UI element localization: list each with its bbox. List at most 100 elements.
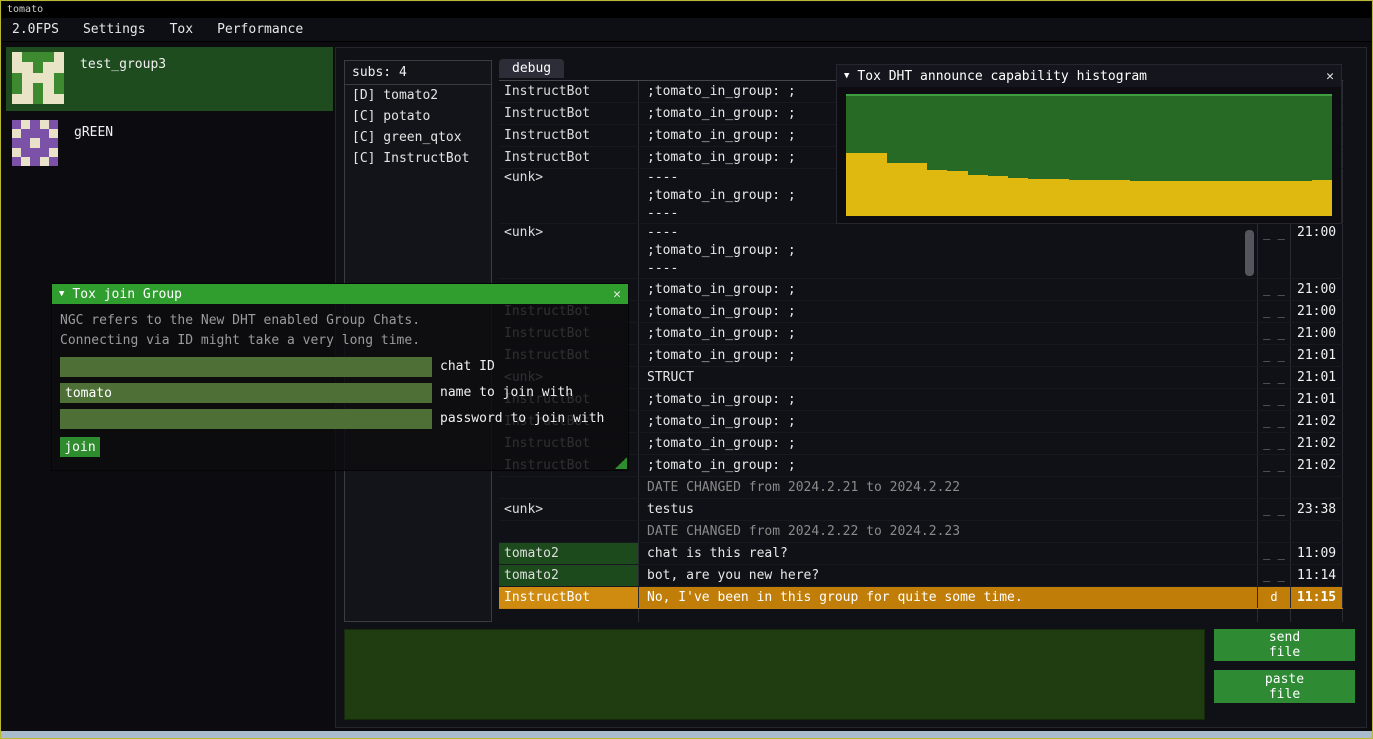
- group-item-test_group3[interactable]: test_group3: [6, 47, 333, 111]
- histogram-bar: [887, 163, 907, 216]
- collapse-arrow-icon[interactable]: ▼: [59, 289, 64, 299]
- avatar-pixel: [40, 148, 49, 157]
- group-avatar: [12, 120, 58, 166]
- chat-row-message: ;tomato_in_group: ;: [639, 345, 1258, 366]
- tab-debug[interactable]: debug: [499, 59, 564, 78]
- chat-row[interactable]: tomato2chat is this real?_ _11:09: [499, 543, 1343, 565]
- chat-row-time: 21:01: [1291, 389, 1343, 410]
- histogram-plot: [846, 94, 1332, 216]
- avatar-pixel: [49, 129, 58, 138]
- histogram-bar: [1312, 180, 1332, 216]
- chat-row[interactable]: DATE CHANGED from 2024.2.22 to 2024.2.23: [499, 521, 1343, 543]
- join-field-label: chat ID: [440, 357, 495, 377]
- chat-scrollbar-thumb[interactable]: [1245, 230, 1254, 276]
- member-count: subs: 4: [345, 61, 491, 85]
- avatar-pixel: [43, 52, 53, 62]
- chat-row-time: 21:02: [1291, 455, 1343, 476]
- avatar-pixel: [12, 138, 21, 147]
- chat-row-time: 11:09: [1291, 543, 1343, 564]
- filler-cell: [639, 609, 1258, 622]
- chat-row-time: [1291, 521, 1343, 542]
- chat-row-message: ;tomato_in_group: ;: [639, 389, 1258, 410]
- avatar-pixel: [40, 129, 49, 138]
- histogram-bar: [968, 175, 988, 216]
- avatar-pixel: [12, 157, 21, 166]
- join-info-line: Connecting via ID might take a very long…: [60, 331, 620, 351]
- avatar-pixel: [22, 52, 32, 62]
- avatar-pixel: [30, 157, 39, 166]
- join-field-label: name to join with: [440, 383, 573, 403]
- message-input[interactable]: [344, 629, 1205, 720]
- chat-row[interactable]: DATE CHANGED from 2024.2.21 to 2024.2.22: [499, 477, 1343, 499]
- chat-row-status: _ _: [1258, 389, 1291, 410]
- join-field-row: name to join with: [60, 383, 620, 403]
- chat-row-message: ;tomato_in_group: ;: [639, 433, 1258, 454]
- member-list-item[interactable]: [D] tomato2: [345, 85, 491, 106]
- chat-row-message: ;tomato_in_group: ;: [639, 301, 1258, 322]
- member-list-item[interactable]: [C] InstructBot: [345, 148, 491, 169]
- join-group-body: NGC refers to the New DHT enabled Group …: [52, 304, 628, 457]
- chat-row[interactable]: tomato2bot, are you new here?_ _11:14: [499, 565, 1343, 587]
- avatar-pixel: [30, 129, 39, 138]
- join-info-line: NGC refers to the New DHT enabled Group …: [60, 311, 620, 331]
- menu-item-tox[interactable]: Tox: [158, 22, 205, 37]
- join-input-name-to-join-with[interactable]: [60, 383, 432, 403]
- filler-cell: [499, 609, 639, 622]
- chat-row-time: 21:00: [1291, 301, 1343, 322]
- chat-row-message: ;tomato_in_group: ;: [639, 455, 1258, 476]
- avatar-pixel: [12, 52, 22, 62]
- chat-row-status: _ _: [1258, 279, 1291, 300]
- join-button[interactable]: join: [60, 437, 100, 457]
- member-list-item[interactable]: [C] green_qtox: [345, 127, 491, 148]
- avatar-pixel: [12, 62, 22, 72]
- chat-row[interactable]: <unk>testus_ _23:38: [499, 499, 1343, 521]
- collapse-arrow-icon[interactable]: ▼: [844, 71, 849, 81]
- chat-row-time: 21:00: [1291, 279, 1343, 300]
- window-resize-border: [1, 731, 1372, 738]
- chat-row-message: DATE CHANGED from 2024.2.21 to 2024.2.22: [639, 477, 1258, 498]
- resize-grip-icon[interactable]: [615, 457, 627, 469]
- chat-row[interactable]: InstructBotNo, I've been in this group f…: [499, 587, 1343, 609]
- close-icon[interactable]: ✕: [613, 287, 621, 302]
- chat-row-time: 23:38: [1291, 499, 1343, 520]
- chat-row-author: InstructBot: [499, 81, 639, 102]
- filler-cell: [1258, 609, 1291, 622]
- chat-row-status: _ _: [1258, 565, 1291, 586]
- avatar-pixel: [12, 83, 22, 93]
- join-field-row: password to join with: [60, 409, 620, 429]
- histogram-titlebar[interactable]: ▼ Tox DHT announce capability histogram …: [837, 65, 1341, 87]
- group-item-gREEN[interactable]: gREEN: [6, 115, 333, 179]
- histogram-bar: [927, 170, 947, 216]
- chat-row-author: tomato2: [499, 543, 639, 564]
- avatar-pixel: [49, 148, 58, 157]
- histogram-bar: [907, 163, 927, 216]
- chat-row-author: [499, 521, 639, 542]
- avatar-pixel: [43, 83, 53, 93]
- menu-item-performance[interactable]: Performance: [205, 22, 315, 37]
- avatar-pixel: [22, 83, 32, 93]
- histogram-bar: [1251, 181, 1271, 216]
- chat-row-time: 11:14: [1291, 565, 1343, 586]
- chat-row-message: ---- ;tomato_in_group: ; ----: [639, 224, 1258, 278]
- menubar-items: SettingsToxPerformance: [71, 22, 315, 37]
- join-input-chat-ID[interactable]: [60, 357, 432, 377]
- histogram-bar: [866, 153, 886, 216]
- menu-item-settings[interactable]: Settings: [71, 22, 158, 37]
- member-list-item[interactable]: [C] potato: [345, 106, 491, 127]
- chat-row-message: STRUCT: [639, 367, 1258, 388]
- avatar-pixel: [21, 120, 30, 129]
- chat-row-status: _ _: [1258, 345, 1291, 366]
- join-input-password-to-join-with[interactable]: [60, 409, 432, 429]
- chat-row[interactable]: <unk>---- ;tomato_in_group: ; ----_ _21:…: [499, 224, 1343, 279]
- send-file-button[interactable]: send file: [1214, 629, 1355, 661]
- close-icon[interactable]: ✕: [1326, 69, 1334, 84]
- histogram-bar: [846, 153, 866, 216]
- chat-row-time: 21:02: [1291, 433, 1343, 454]
- group-name: gREEN: [74, 125, 113, 174]
- join-group-titlebar[interactable]: ▼ Tox join Group ✕: [52, 284, 628, 304]
- avatar-pixel: [54, 83, 64, 93]
- paste-file-button[interactable]: paste file: [1214, 670, 1355, 703]
- histogram-bar: [947, 171, 967, 216]
- join-group-window: ▼ Tox join Group ✕ NGC refers to the New…: [51, 283, 629, 471]
- chat-row-time: 21:00: [1291, 323, 1343, 344]
